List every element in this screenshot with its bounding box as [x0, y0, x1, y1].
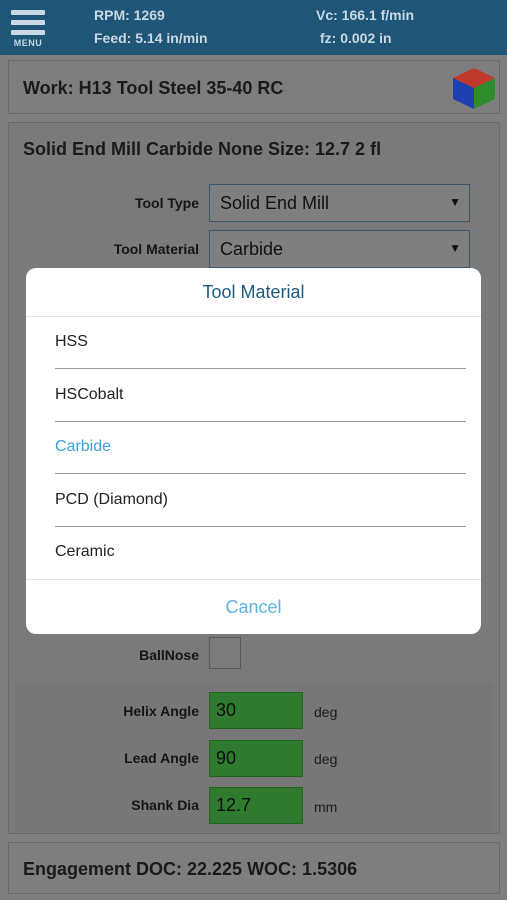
- cancel-button[interactable]: Cancel: [26, 579, 481, 634]
- shank-dia-input[interactable]: 12.7: [209, 787, 303, 824]
- shank-dia-unit: mm: [314, 799, 338, 815]
- tool-type-value: Solid End Mill: [220, 193, 330, 213]
- option-hss[interactable]: HSS: [55, 317, 466, 369]
- option-label: Ceramic: [55, 543, 115, 560]
- ballnose-label: BallNose: [139, 647, 199, 663]
- ballnose-checkbox[interactable]: [209, 637, 241, 669]
- tool-type-label: Tool Type: [134, 195, 199, 211]
- tool-material-select[interactable]: Carbide ▼: [209, 230, 470, 268]
- tool-material-dialog: Tool Material HSS HSCobalt Carbide PCD (…: [26, 268, 481, 634]
- helix-angle-label: Helix Angle: [123, 703, 199, 719]
- option-carbide[interactable]: Carbide: [55, 422, 466, 474]
- dropdown-arrow-icon: ▼: [449, 195, 461, 209]
- option-label: PCD (Diamond): [55, 491, 168, 508]
- helix-angle-value: 30: [216, 700, 237, 720]
- option-label: HSS: [55, 333, 88, 350]
- menu-button[interactable]: MENU: [8, 8, 48, 50]
- dialog-title: Tool Material: [26, 268, 481, 317]
- engagement-title: Engagement DOC: 22.225 WOC: 1.5306: [23, 859, 358, 879]
- geometry-subpanel: Helix Angle 30 deg Lead Angle 90 deg Sha…: [15, 683, 493, 831]
- tool-title: Solid End Mill Carbide None Size: 12.7 2…: [23, 139, 382, 159]
- menu-label: MENU: [13, 38, 43, 48]
- hamburger-icon-bar: [11, 30, 45, 35]
- shank-dia-label: Shank Dia: [131, 797, 199, 813]
- vc-readout: Vc: 166.1 f/min: [316, 7, 415, 23]
- work-material-title: Work: H13 Tool Steel 35-40 RC: [23, 78, 284, 98]
- engagement-bar[interactable]: Engagement DOC: 22.225 WOC: 1.5306: [8, 842, 500, 894]
- lead-angle-value: 90: [216, 748, 237, 768]
- fz-readout: fz: 0.002 in: [320, 30, 392, 46]
- helix-angle-input[interactable]: 30: [209, 692, 303, 729]
- lead-angle-label: Lead Angle: [124, 750, 199, 766]
- option-label: Carbide: [55, 438, 112, 455]
- tool-material-value: Carbide: [220, 239, 284, 259]
- lead-angle-input[interactable]: 90: [209, 740, 303, 777]
- dropdown-arrow-icon: ▼: [449, 241, 461, 255]
- hamburger-icon-bar: [11, 20, 45, 25]
- lead-angle-unit: deg: [314, 751, 338, 767]
- feed-readout: Feed: 5.14 in/min: [94, 30, 208, 46]
- option-label: HSCobalt: [55, 386, 124, 403]
- option-pcd-diamond[interactable]: PCD (Diamond): [55, 475, 466, 527]
- option-hscobalt[interactable]: HSCobalt: [55, 370, 466, 422]
- option-ceramic[interactable]: Ceramic: [55, 527, 466, 579]
- tool-type-select[interactable]: Solid End Mill ▼: [209, 184, 470, 222]
- tool-material-label: Tool Material: [113, 241, 199, 257]
- top-bar: MENU RPM: 1269 Feed: 5.14 in/min Vc: 166…: [0, 0, 507, 55]
- work-material-bar[interactable]: Work: H13 Tool Steel 35-40 RC: [8, 60, 500, 114]
- hamburger-icon: [11, 10, 45, 15]
- shank-dia-value: 12.7: [216, 795, 252, 815]
- helix-angle-unit: deg: [314, 704, 338, 720]
- material-cube-icon[interactable]: [450, 65, 498, 111]
- rpm-readout: RPM: 1269: [94, 7, 165, 23]
